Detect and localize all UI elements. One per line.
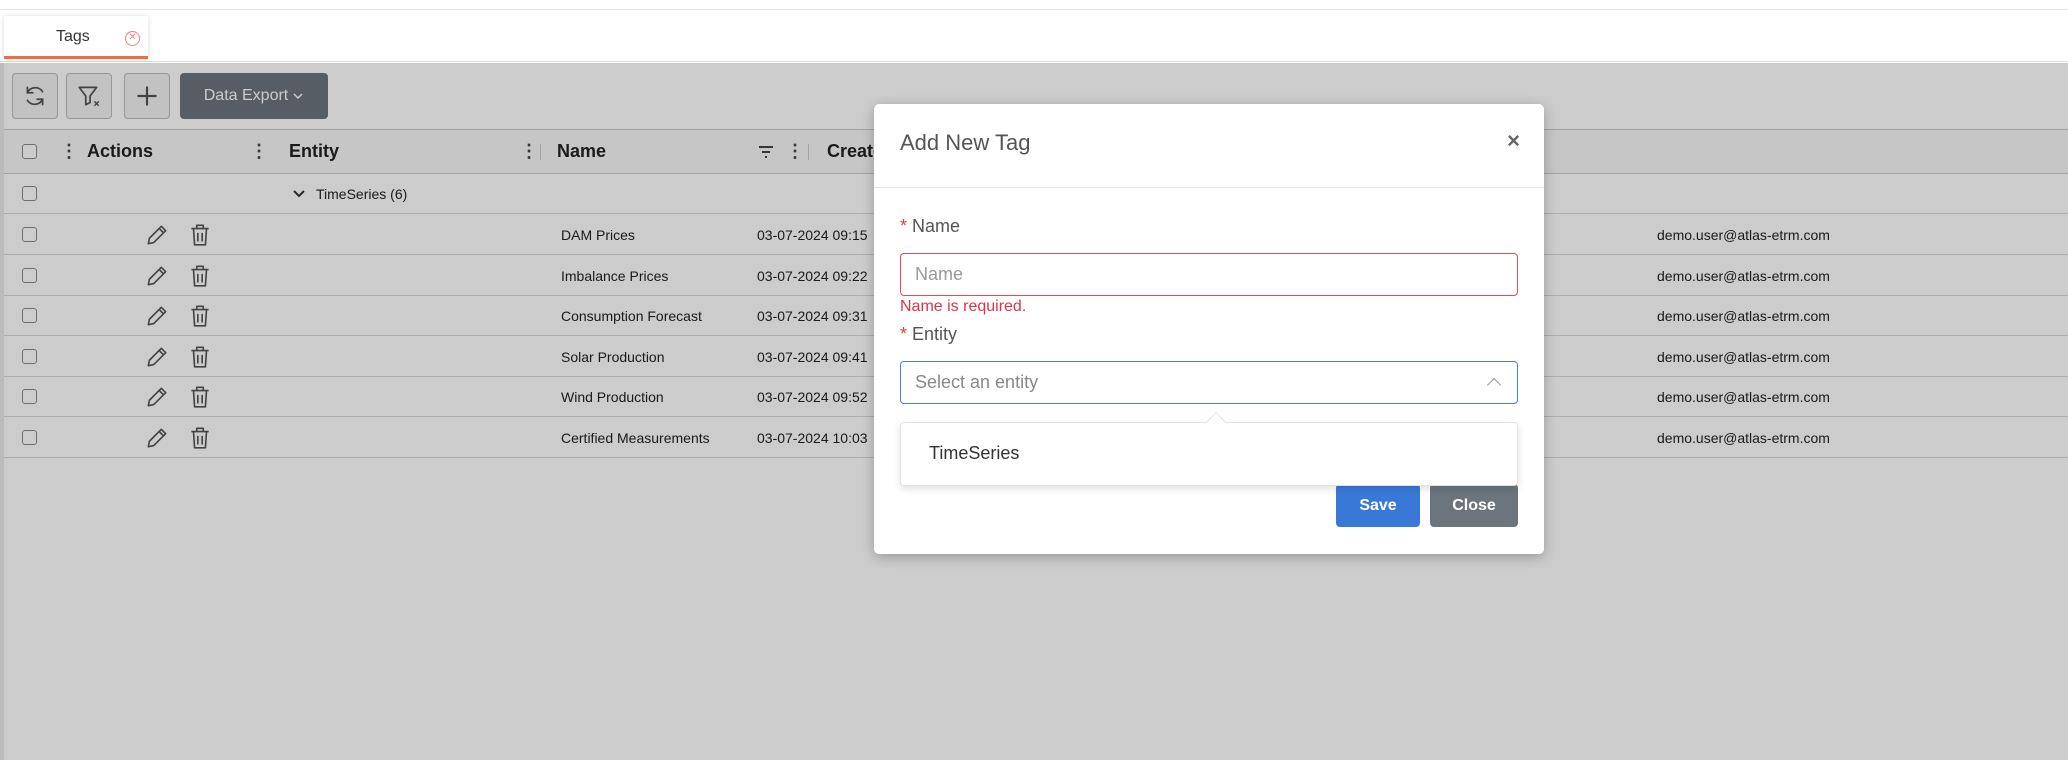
- close-icon[interactable]: ×: [1507, 128, 1520, 154]
- entity-placeholder: Select an entity: [915, 372, 1039, 392]
- entity-label-text: Entity: [912, 324, 958, 344]
- tab-bar: Tags ✕: [0, 10, 2068, 62]
- name-label-text: Name: [912, 216, 961, 236]
- dropdown-arrow: [1206, 412, 1226, 432]
- name-error-message: Name is required.: [900, 298, 1027, 315]
- name-placeholder: Name: [915, 264, 964, 284]
- chevron-up-icon: [1486, 377, 1502, 393]
- tab-tags[interactable]: Tags ✕: [4, 16, 148, 59]
- entity-label: * Entity: [900, 324, 957, 345]
- close-button[interactable]: Close: [1430, 484, 1518, 527]
- add-tag-modal: Add New Tag × * Name Name Name is requir…: [874, 104, 1544, 554]
- tab-label: Tags: [56, 28, 90, 45]
- required-marker: *: [900, 216, 908, 236]
- save-button[interactable]: Save: [1336, 484, 1420, 527]
- entity-option-timeseries[interactable]: TimeSeries: [929, 443, 1019, 464]
- modal-title: Add New Tag: [900, 130, 1031, 155]
- modal-header: Add New Tag ×: [874, 104, 1544, 188]
- required-marker: *: [900, 324, 908, 344]
- name-label: * Name: [900, 216, 960, 237]
- entity-select[interactable]: Select an entity: [900, 361, 1518, 404]
- name-input[interactable]: Name: [900, 253, 1518, 296]
- entity-dropdown: TimeSeries: [900, 412, 1518, 486]
- close-circle-icon[interactable]: ✕: [125, 31, 140, 46]
